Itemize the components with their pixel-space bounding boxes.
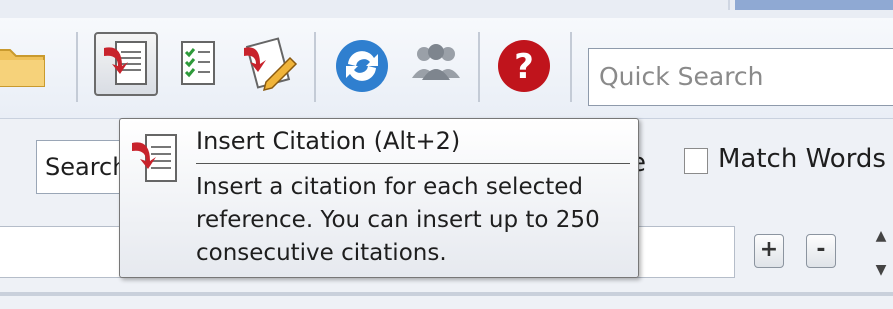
top-divider — [728, 0, 730, 10]
match-words-checkbox[interactable] — [684, 148, 708, 174]
help-button[interactable]: ? — [492, 32, 556, 96]
add-row-button[interactable]: + — [754, 234, 784, 268]
panel-divider — [0, 292, 893, 296]
endnote-toolbar: ? Quick Search — [0, 18, 893, 119]
insert-citation-icon — [104, 41, 147, 85]
sync-button[interactable] — [330, 32, 394, 96]
groups-icon — [412, 44, 460, 80]
match-words-label: Match Words — [718, 144, 886, 174]
format-bibliography-button[interactable] — [168, 32, 232, 96]
toolbar-separator — [76, 32, 78, 102]
help-icon: ? — [498, 40, 550, 92]
folder-button[interactable] — [0, 32, 50, 96]
top-accent-bar — [735, 0, 893, 10]
toolbar-separator — [314, 32, 316, 102]
tooltip-line: Insert a citation for each selected — [196, 174, 584, 200]
tooltip-divider — [196, 163, 630, 164]
remove-row-button[interactable]: - — [806, 234, 836, 268]
window-top-strip — [0, 0, 893, 18]
folder-icon — [0, 49, 45, 87]
toolbar-separator — [478, 32, 480, 102]
tooltip-line: reference. You can insert up to 250 — [196, 207, 600, 233]
tooltip-title: Insert Citation (Alt+2) — [196, 127, 461, 155]
scroll-down-icon[interactable]: ▼ — [872, 262, 890, 278]
format-bibliography-icon — [181, 41, 215, 85]
insert-citation-button[interactable] — [94, 32, 158, 96]
edit-citation-icon — [244, 37, 298, 92]
sync-icon — [336, 40, 388, 92]
groups-button[interactable] — [404, 32, 468, 96]
scroll-up-icon[interactable]: ▲ — [872, 228, 890, 244]
quick-search-input[interactable]: Quick Search — [588, 48, 893, 106]
edit-citation-button[interactable] — [236, 32, 300, 96]
tooltip-line: consecutive citations. — [196, 240, 447, 266]
insert-citation-icon — [132, 134, 177, 182]
tooltip-description: Insert a citation for each selected refe… — [196, 171, 636, 270]
toolbar-separator — [570, 32, 572, 102]
svg-text:?: ? — [514, 47, 534, 87]
insert-citation-tooltip: Insert Citation (Alt+2) Insert a citatio… — [119, 118, 639, 278]
